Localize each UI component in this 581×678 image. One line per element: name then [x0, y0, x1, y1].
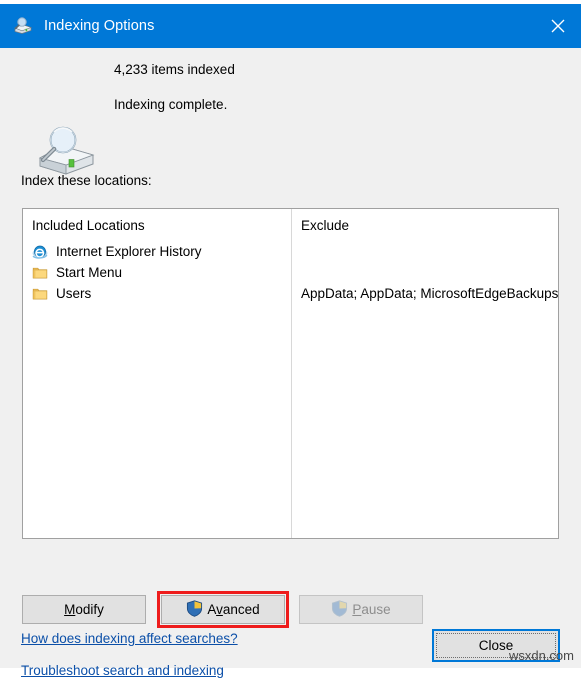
items-indexed-label: 4,233 items indexed — [114, 62, 235, 77]
locations-listbox[interactable]: Included Locations Exclude Internet Expl… — [22, 208, 559, 539]
exclude-row — [301, 241, 551, 262]
folder-icon — [32, 265, 48, 281]
advanced-button-label: Avanced — [207, 602, 260, 617]
advanced-button[interactable]: Avanced — [161, 595, 285, 624]
list-item[interactable]: Internet Explorer History — [23, 241, 290, 262]
pause-button: Pause — [299, 595, 423, 624]
how-does-indexing-affect-searches-link[interactable]: How does indexing affect searches? — [21, 631, 238, 646]
pause-label-rest: ause — [361, 602, 391, 617]
watermark: wsxdn.com — [508, 648, 574, 663]
window-title: Indexing Options — [44, 18, 155, 34]
pause-accel-char: P — [352, 602, 362, 617]
internet-explorer-icon — [32, 244, 48, 260]
column-divider — [291, 209, 292, 538]
list-item-label: Internet Explorer History — [56, 244, 202, 259]
indexing-state-label: Indexing complete. — [114, 97, 228, 112]
exclude-row: AppData; AppData; MicrosoftEdgeBackups — [301, 286, 559, 301]
list-item[interactable]: Users — [23, 283, 290, 304]
uac-shield-icon — [186, 600, 203, 617]
advanced-label-rest: anced — [222, 602, 260, 617]
index-locations-label: Index these locations: — [21, 173, 152, 188]
indexing-options-icon — [13, 16, 33, 36]
pause-button-label: Pause — [352, 602, 390, 617]
modify-button-label: Modify — [64, 602, 104, 617]
exclude-list: AppData; AppData; MicrosoftEdgeBackups — [301, 241, 559, 304]
modify-accel-char: M — [64, 602, 76, 617]
list-item-label: Users — [56, 286, 92, 301]
close-icon[interactable] — [534, 4, 581, 48]
column-header-exclude: Exclude — [301, 218, 350, 233]
folder-icon — [32, 286, 48, 302]
indexing-options-dialog: Indexing Options 4,233 items indexed Ind… — [0, 4, 581, 678]
list-item-label: Start Menu — [56, 265, 123, 280]
uac-shield-icon — [331, 600, 348, 617]
modify-label-rest: odify — [75, 602, 104, 617]
advanced-accel-char: v — [216, 602, 223, 617]
title-bar: Indexing Options — [0, 4, 581, 48]
list-item[interactable]: Start Menu — [23, 262, 290, 283]
exclude-row — [301, 262, 551, 283]
drive-search-icon — [36, 124, 98, 178]
modify-button[interactable]: Modify — [22, 595, 146, 624]
troubleshoot-search-and-indexing-link[interactable]: Troubleshoot search and indexing — [21, 663, 224, 678]
included-locations-list: Internet Explorer History Start Menu Use… — [23, 241, 290, 304]
column-header-included: Included Locations — [32, 218, 145, 233]
dialog-body: 4,233 items indexed Indexing complete. I… — [0, 48, 581, 678]
